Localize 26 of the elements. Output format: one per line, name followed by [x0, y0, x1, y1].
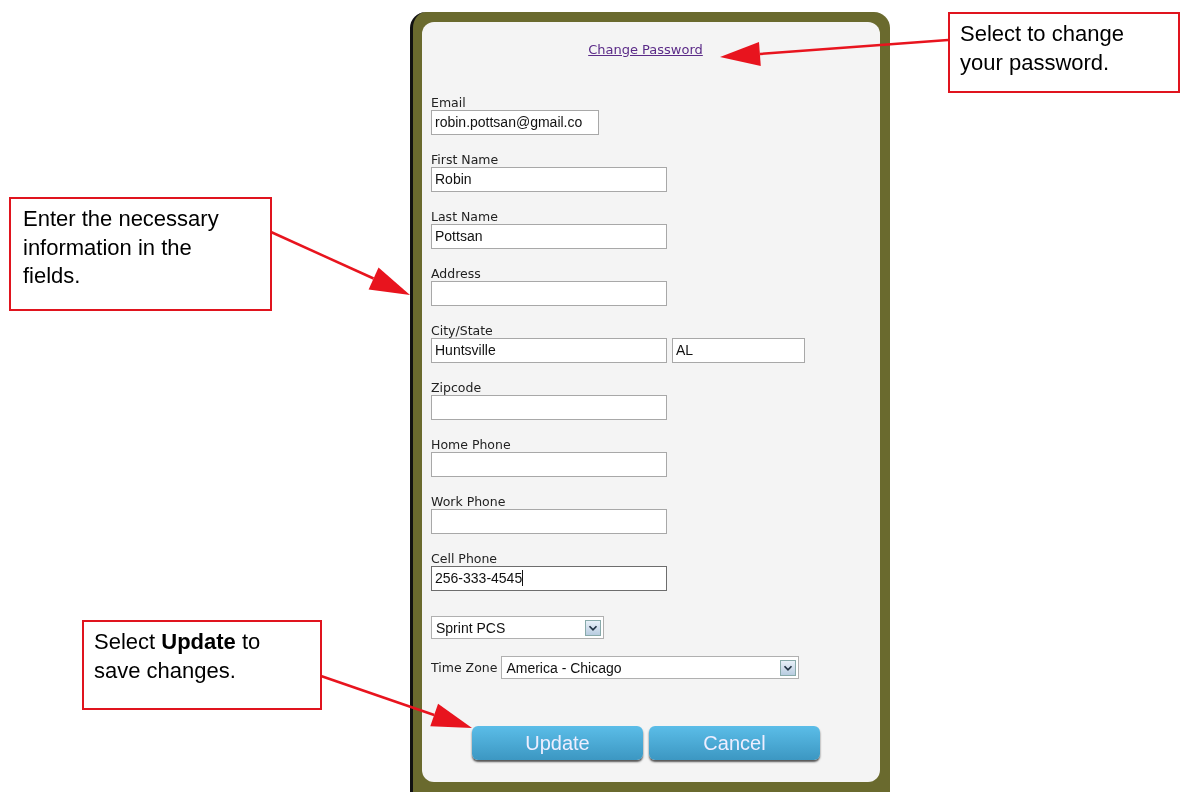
field-label: Last Name: [431, 209, 498, 224]
input-field[interactable]: Robin: [431, 167, 667, 192]
input-field[interactable]: [431, 452, 667, 477]
input-field[interactable]: 256-333-4545: [431, 566, 667, 591]
callout-text: Enter the necessary information in the fields.: [9, 197, 272, 311]
field-label: Address: [431, 266, 481, 281]
input-field[interactable]: [431, 281, 667, 306]
field-label: Time Zone: [431, 660, 498, 675]
field-label: Cell Phone: [431, 551, 498, 566]
input-field[interactable]: Huntsville: [431, 338, 667, 363]
input-field[interactable]: robin.pottsan@gmail.co: [431, 110, 599, 135]
callout-text: Select to change your password.: [948, 12, 1180, 93]
field-label: Home Phone: [431, 437, 511, 452]
field-label: First Name: [431, 152, 499, 167]
change-password-link[interactable]: Change Password: [588, 42, 703, 57]
input-field[interactable]: Pottsan: [431, 224, 667, 249]
field-label: Email: [431, 95, 466, 110]
callout-text: Select Update to save changes.: [82, 620, 322, 710]
dropdown[interactable]: America - Chicago: [501, 656, 800, 679]
field-label: Zipcode: [431, 380, 482, 395]
input-field[interactable]: [431, 509, 667, 534]
field-label: Work Phone: [431, 494, 506, 509]
field-label: City/State: [431, 323, 493, 338]
input-field[interactable]: AL: [672, 338, 805, 363]
input-field[interactable]: [431, 395, 667, 420]
dropdown[interactable]: Sprint PCS: [431, 616, 604, 639]
